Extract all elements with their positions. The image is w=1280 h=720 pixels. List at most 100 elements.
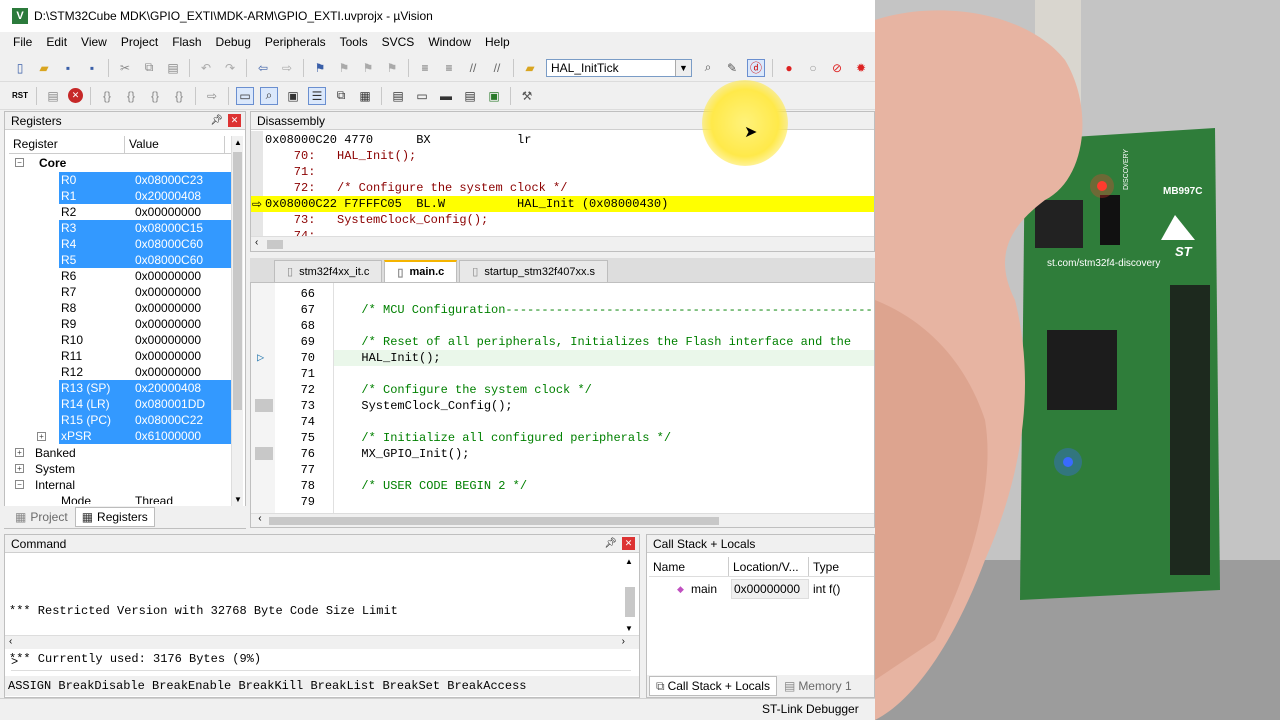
register-row[interactable]: R4 0x08000C60 (9, 236, 233, 252)
expand-banked-icon[interactable]: + (15, 448, 24, 457)
register-value[interactable]: 0x00000000 (135, 204, 201, 220)
comment-icon[interactable]: // (464, 59, 482, 77)
trace-window-icon[interactable]: ▤ (461, 87, 479, 105)
save-all-icon[interactable]: ▪ (83, 59, 101, 77)
code-line[interactable]: /* Initialize all configured peripherals… (347, 430, 671, 446)
disassembly-hscrollbar[interactable]: ‹ (251, 236, 874, 251)
toolbox-icon[interactable]: ⚒ (518, 87, 536, 105)
menu-project[interactable]: Project (114, 35, 165, 49)
debug-session-icon[interactable]: ⓓ (747, 58, 765, 77)
col-register[interactable]: Register (9, 136, 125, 153)
tab-stm32f4xx-it[interactable]: ▯ stm32f4xx_it.c (274, 260, 383, 282)
register-value[interactable]: 0x20000408 (135, 380, 201, 396)
register-row[interactable]: R14 (LR) 0x080001DD (9, 396, 233, 412)
callstack-row[interactable]: ◆ main 0x00000000 int f() (649, 579, 874, 599)
register-row[interactable]: R9 0x00000000 (9, 316, 233, 332)
system-viewer-icon[interactable]: ▣ (485, 87, 503, 105)
register-row[interactable]: R11 0x00000000 (9, 348, 233, 364)
group-core[interactable]: Core (39, 156, 66, 170)
tab-registers[interactable]: ▦ Registers (74, 507, 155, 527)
symbols-window-icon[interactable]: ▣ (284, 87, 302, 105)
nav-back-icon[interactable]: ⇦ (254, 59, 272, 77)
disasm-line[interactable]: 70: HAL_Init(); (265, 148, 416, 164)
register-value[interactable]: 0x00000000 (135, 316, 201, 332)
find-icon[interactable]: ⌕ (699, 59, 717, 77)
register-value[interactable]: 0x08000C60 (135, 236, 203, 252)
new-file-icon[interactable]: ▯ (11, 59, 29, 77)
run-icon[interactable]: ▤ (44, 87, 62, 105)
command-scrollbar[interactable]: ▲ ▼ (625, 557, 637, 633)
reset-icon[interactable]: RST (11, 87, 29, 105)
open-folder-icon[interactable]: ▰ (35, 59, 53, 77)
register-value[interactable]: 0x00000000 (135, 332, 201, 348)
disable-breakpoints-icon[interactable]: ⊘ (828, 59, 846, 77)
register-value[interactable]: 0x00000000 (135, 348, 201, 364)
unindent-icon[interactable]: ≡ (440, 59, 458, 77)
executable-line-marker[interactable] (255, 447, 273, 460)
code-line[interactable]: MX_GPIO_Init(); (347, 446, 469, 462)
step-over-icon[interactable]: {} (122, 87, 140, 105)
register-value[interactable]: 0x00000000 (135, 300, 201, 316)
save-icon[interactable]: ▪ (59, 59, 77, 77)
register-value[interactable]: 0x00000000 (135, 364, 201, 380)
collapse-internal-icon[interactable]: − (15, 480, 24, 489)
disassembly-window-icon[interactable]: ⌕ (260, 86, 278, 105)
executable-line-marker[interactable] (255, 399, 273, 412)
menu-svcs[interactable]: SVCS (375, 35, 422, 49)
register-value[interactable]: 0x08000C23 (135, 172, 203, 188)
menu-edit[interactable]: Edit (39, 35, 74, 49)
register-value[interactable]: 0x61000000 (135, 428, 201, 444)
register-row[interactable]: R1 0x20000408 (9, 188, 233, 204)
indent-icon[interactable]: ≡ (416, 59, 434, 77)
close-icon[interactable]: ✕ (622, 537, 635, 550)
menu-file[interactable]: File (6, 35, 39, 49)
tab-main-c[interactable]: ▯ main.c (384, 260, 458, 282)
menu-window[interactable]: Window (421, 35, 478, 49)
pin-icon[interactable]: 📌︎ (604, 538, 617, 549)
register-row[interactable]: R12 0x00000000 (9, 364, 233, 380)
memory-window-icon[interactable]: ▤ (389, 87, 407, 105)
menu-flash[interactable]: Flash (165, 35, 208, 49)
step-into-icon[interactable]: {} (98, 87, 116, 105)
register-value[interactable]: 0x00000000 (135, 284, 201, 300)
copy-icon[interactable]: ⧉ (140, 59, 158, 77)
watch-window-icon[interactable]: ▦ (356, 87, 374, 105)
register-row[interactable]: R6 0x00000000 (9, 268, 233, 284)
code-line[interactable]: /* USER CODE BEGIN 2 */ (347, 478, 527, 494)
register-value[interactable]: 0x080001DD (135, 396, 205, 412)
editor-hscrollbar[interactable]: ‹ (251, 513, 874, 527)
tab-project[interactable]: ▦ Project (8, 507, 75, 527)
register-row[interactable]: R2 0x00000000 (9, 204, 233, 220)
group-internal[interactable]: Internal (35, 478, 75, 492)
menu-peripherals[interactable]: Peripherals (258, 35, 333, 49)
disasm-line[interactable]: 74: (265, 228, 316, 236)
command-hscrollbar[interactable]: ‹ › (5, 635, 639, 649)
menu-help[interactable]: Help (478, 35, 517, 49)
collapse-core-icon[interactable]: − (15, 158, 24, 167)
kill-breakpoints-icon[interactable]: ✹ (852, 59, 870, 77)
tab-memory-1[interactable]: ▤ Memory 1 (777, 676, 859, 696)
register-value[interactable]: 0x08000C60 (135, 252, 203, 268)
code-line[interactable]: HAL_Init(); (347, 350, 440, 366)
serial-window-icon[interactable]: ▭ (413, 87, 431, 105)
col-value[interactable]: Value (125, 136, 225, 153)
find-in-files-icon[interactable]: ▰ (521, 59, 539, 77)
chevron-down-icon[interactable]: ▼ (675, 59, 691, 76)
insert-breakpoint-icon[interactable]: ● (780, 59, 798, 77)
run-to-cursor-icon[interactable]: {} (170, 87, 188, 105)
menu-tools[interactable]: Tools (333, 35, 375, 49)
incremental-find-icon[interactable]: ✎ (723, 59, 741, 77)
next-bookmark-icon[interactable]: ⚑ (359, 59, 377, 77)
register-row[interactable]: R7 0x00000000 (9, 284, 233, 300)
nav-forward-icon[interactable]: ⇨ (278, 59, 296, 77)
register-row[interactable]: R13 (SP) 0x20000408 (9, 380, 233, 396)
enable-breakpoint-icon[interactable]: ○ (804, 59, 822, 77)
register-row[interactable]: R8 0x00000000 (9, 300, 233, 316)
expand-system-icon[interactable]: + (15, 464, 24, 473)
tab-startup[interactable]: ▯ startup_stm32f407xx.s (459, 260, 609, 282)
tab-callstack-locals[interactable]: ⧉ Call Stack + Locals (649, 676, 777, 696)
disasm-line[interactable]: 0x08000C20 4770 BX lr (265, 132, 531, 148)
disasm-line-current[interactable]: 0x08000C22 F7FFFC05 BL.W HAL_Init (0x080… (265, 196, 668, 212)
register-row[interactable]: R3 0x08000C15 (9, 220, 233, 236)
disasm-line[interactable]: 73: SystemClock_Config(); (265, 212, 488, 228)
